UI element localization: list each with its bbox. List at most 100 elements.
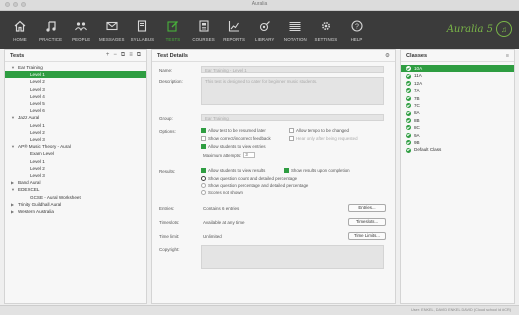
copyright-field[interactable] <box>201 245 384 269</box>
hear-after-request-checkbox[interactable]: Hear only after being requested <box>289 136 358 141</box>
tree-item[interactable]: Level 3 <box>11 86 146 93</box>
time-limits-button[interactable]: Time Limits... <box>348 232 386 240</box>
duplicate-test-button[interactable]: ⧉ <box>121 52 125 59</box>
tree-item-label: Jazz Aural <box>18 115 40 121</box>
class-item[interactable]: 12A <box>401 80 514 87</box>
class-item[interactable]: 9B <box>401 139 514 146</box>
tree-item[interactable]: Level 6 <box>11 107 146 114</box>
collapse-arrow-icon[interactable]: ▶ <box>11 201 18 208</box>
question-count-radio[interactable]: Show question count and detailed percent… <box>201 176 297 181</box>
class-item[interactable]: Default Class <box>401 146 514 153</box>
expand-arrow-icon[interactable]: ▼ <box>11 64 18 71</box>
window-title: Auralia <box>251 1 268 7</box>
toolbar-tests[interactable]: TESTS <box>159 11 187 49</box>
class-item[interactable]: 8C <box>401 124 514 131</box>
tree-item[interactable]: Level 4 <box>11 93 146 100</box>
max-attempts-stepper[interactable]: 3 <box>243 152 256 158</box>
toolbar-reports[interactable]: REPORTS <box>220 11 248 49</box>
class-item[interactable]: 8A <box>401 109 514 116</box>
question-percentage-radio[interactable]: Show question percentage and detailed pe… <box>201 183 308 188</box>
tree-item[interactable]: ▼ Jazz Aural <box>11 114 146 121</box>
gear-icon[interactable]: ⚙ <box>385 53 390 59</box>
tree-item[interactable]: ▶ Trinity Guildhall Aural <box>11 201 146 208</box>
tree-item[interactable]: Level 3 <box>11 172 146 179</box>
class-item[interactable]: 7C <box>401 102 514 109</box>
tree-item[interactable]: ▼ Ear Training <box>11 64 146 71</box>
tree-item-label: Level 5 <box>30 101 45 107</box>
tree-item[interactable]: Level 1 <box>11 158 146 165</box>
tree-item[interactable]: ▶ Band Aural <box>11 179 146 186</box>
checkbox-box <box>201 144 206 149</box>
class-item[interactable]: 7B <box>401 95 514 102</box>
tree-item[interactable]: Level 1 <box>5 71 146 79</box>
view-results-checkbox[interactable]: Allow students to view results <box>201 168 265 173</box>
results-upon-completion-checkbox[interactable]: Show results upon completion <box>284 168 350 173</box>
tree-item[interactable]: ▼ AP® Music Theory - Aural <box>11 143 146 150</box>
checkmark-icon[interactable] <box>406 147 411 153</box>
resume-later-checkbox[interactable]: Allow test to be resumed later <box>201 128 266 133</box>
checkmark-icon[interactable] <box>406 125 411 131</box>
add-test-button[interactable]: + <box>106 52 110 59</box>
expand-arrow-icon[interactable]: ▼ <box>11 143 18 150</box>
collapse-arrow-icon[interactable]: ▶ <box>11 179 18 186</box>
test-details-panel: Test Details ⚙ Name: Ear Training - Leve… <box>151 49 396 304</box>
collapse-arrow-icon[interactable]: ▶ <box>11 208 18 215</box>
checkmark-icon[interactable] <box>406 110 411 116</box>
tree-item[interactable]: Level 5 <box>11 100 146 107</box>
group-field[interactable]: Ear Training <box>201 114 384 121</box>
tree-item[interactable]: Exam Level <box>11 150 146 157</box>
change-tempo-checkbox[interactable]: Allow tempo to be changed <box>289 128 349 133</box>
toolbar-notation[interactable]: NOTATION <box>281 11 309 49</box>
toolbar-courses[interactable]: COURSES <box>190 11 218 49</box>
main-toolbar: HOME PRACTICE PEOPLE MESSAGES SYLLABUS T… <box>0 11 519 49</box>
class-item[interactable]: 9A <box>401 132 514 139</box>
show-feedback-checkbox[interactable]: Show correct/incorrect feedback <box>201 136 271 141</box>
scores-hidden-radio[interactable]: Scores not shown <box>201 190 243 195</box>
expand-arrow-icon[interactable]: ▼ <box>11 186 18 193</box>
checkmark-icon[interactable] <box>406 95 411 101</box>
toolbar-settings[interactable]: SETTINGS <box>312 11 340 49</box>
description-field[interactable]: This test is designed to cater for begin… <box>201 77 384 105</box>
view-entries-checkbox[interactable]: Allow students to view entries <box>201 144 266 149</box>
tree-item[interactable]: Level 1 <box>11 122 146 129</box>
menu-icon[interactable]: ≡ <box>129 52 133 59</box>
toolbar-syllabus[interactable]: SYLLABUS <box>128 11 156 49</box>
checkmark-icon[interactable] <box>406 66 411 72</box>
class-item[interactable]: 8B <box>401 117 514 124</box>
toolbar-messages[interactable]: MESSAGES <box>98 11 126 49</box>
checkmark-icon[interactable] <box>406 88 411 94</box>
more-icon[interactable]: ≡ <box>506 53 509 59</box>
tree-item[interactable]: Level 2 <box>11 78 146 85</box>
copy-icon[interactable]: ⧉ <box>137 52 141 59</box>
checkmark-icon[interactable] <box>406 118 411 124</box>
checkmark-icon[interactable] <box>406 140 411 146</box>
class-item[interactable]: 10A <box>401 65 514 73</box>
toolbar-help[interactable]: ? HELP <box>343 11 371 49</box>
toolbar-home[interactable]: HOME <box>6 11 34 49</box>
entries-button[interactable]: Entries... <box>348 204 386 212</box>
tree-item[interactable]: ▶ Western Australia <box>11 208 146 215</box>
remove-test-button[interactable]: − <box>113 52 117 59</box>
book-icon <box>138 20 147 32</box>
checkmark-icon[interactable] <box>406 132 411 138</box>
expand-arrow-icon[interactable]: ▼ <box>11 114 18 121</box>
brand: Auralia 5 ♫ <box>447 21 512 37</box>
tree-item-label: Level 1 <box>30 122 45 128</box>
tree-item[interactable]: ▼ EDEXCEL <box>11 186 146 193</box>
checkmark-icon[interactable] <box>406 81 411 87</box>
name-field[interactable]: Ear Training - Level 1 <box>201 66 384 73</box>
toolbar-practice[interactable]: PRACTICE <box>37 11 65 49</box>
tree-item[interactable]: Level 3 <box>11 136 146 143</box>
toolbar-library[interactable]: LIBRARY <box>251 11 279 49</box>
help-icon: ? <box>350 20 363 32</box>
class-item[interactable]: 7A <box>401 87 514 94</box>
timeslots-button[interactable]: Timeslots... <box>348 218 386 226</box>
checkmark-icon[interactable] <box>406 103 411 109</box>
tree-item[interactable]: Level 2 <box>11 129 146 136</box>
class-item-label: 10A <box>414 66 423 71</box>
tree-item[interactable]: GCSE - Aural Worksheet <box>11 194 146 201</box>
checkmark-icon[interactable] <box>406 73 411 79</box>
toolbar-people[interactable]: PEOPLE <box>67 11 95 49</box>
tree-item[interactable]: Level 2 <box>11 165 146 172</box>
class-item[interactable]: 11A <box>401 72 514 79</box>
